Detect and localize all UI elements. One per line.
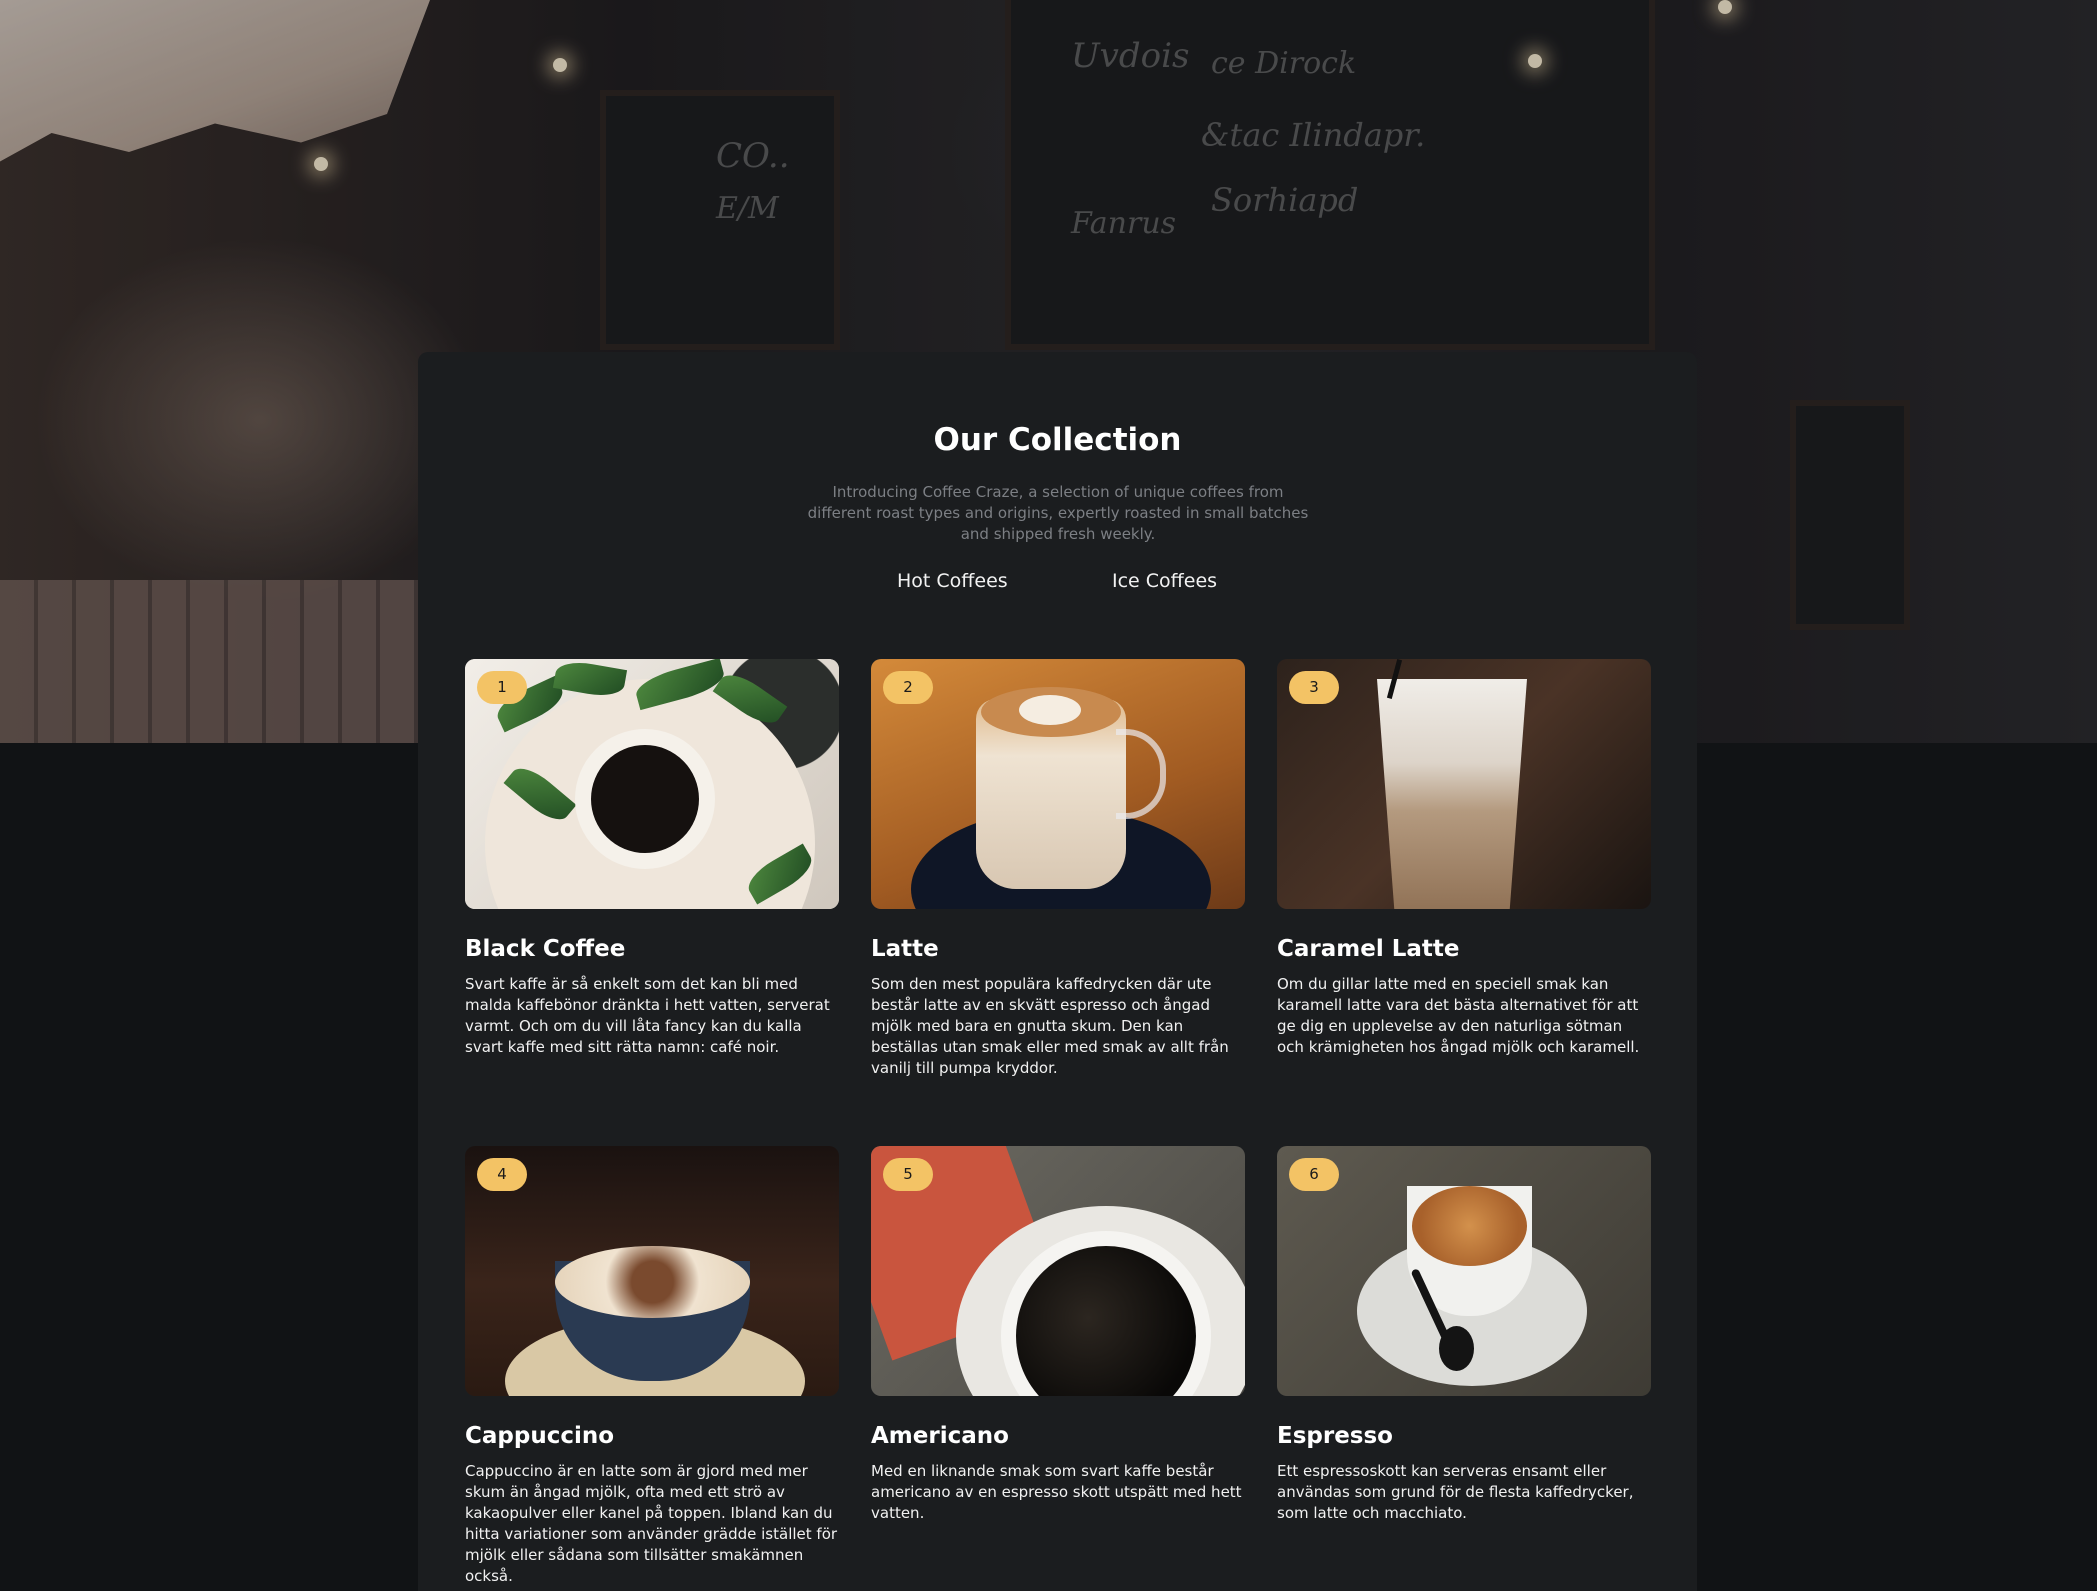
product-name: Espresso — [1277, 1423, 1393, 1449]
product-number-badge: 3 — [1289, 671, 1339, 704]
cappuccino-photo: 4 — [465, 1146, 839, 1396]
product-number-badge: 4 — [477, 1158, 527, 1191]
product-number-badge: 2 — [883, 671, 933, 704]
product-description: Ett espressoskott kan serveras ensamt el… — [1277, 1462, 1634, 1522]
product-name: Cappuccino — [465, 1423, 615, 1449]
collection-section: Our Collection Introducing Coffee Craze,… — [418, 352, 1697, 1591]
latte-photo: 2 — [871, 659, 1245, 909]
product-name: Black Coffee — [465, 936, 626, 962]
product-card-black-coffee[interactable]: 1 Black Coffee Svart kaffe är så enkelt … — [465, 659, 839, 1058]
black-coffee-photo: 1 — [465, 659, 839, 909]
product-description: Som den mest populära kaffedrycken där u… — [871, 975, 1229, 1077]
product-number-badge: 5 — [883, 1158, 933, 1191]
section-subtitle: Introducing Coffee Craze, a selection of… — [807, 483, 1309, 543]
product-card-cappuccino[interactable]: 4 Cappuccino Cappuccino är en latte som … — [465, 1146, 839, 1587]
product-description: Om du gillar latte med en speciell smak … — [1277, 975, 1640, 1056]
product-name: Americano — [871, 1423, 1009, 1449]
product-card-espresso[interactable]: 6 Espresso Ett espressoskott kan servera… — [1277, 1146, 1651, 1524]
americano-photo: 5 — [871, 1146, 1245, 1396]
product-number-badge: 1 — [477, 671, 527, 704]
section-title: Our Collection — [933, 422, 1182, 458]
product-description: Med en liknande smak som svart kaffe bes… — [871, 1462, 1242, 1522]
product-card-latte[interactable]: 2 Latte Som den mest populära kaffedryck… — [871, 659, 1245, 1079]
caramel-latte-photo: 3 — [1277, 659, 1651, 909]
product-name: Caramel Latte — [1277, 936, 1460, 962]
product-name: Latte — [871, 936, 939, 962]
product-card-caramel-latte[interactable]: 3 Caramel Latte Om du gillar latte med e… — [1277, 659, 1651, 1058]
espresso-photo: 6 — [1277, 1146, 1651, 1396]
product-card-americano[interactable]: 5 Americano Med en liknande smak som sva… — [871, 1146, 1245, 1524]
product-description: Cappuccino är en latte som är gjord med … — [465, 1462, 838, 1585]
product-description: Svart kaffe är så enkelt som det kan bli… — [465, 975, 830, 1056]
tab-hot-coffees[interactable]: Hot Coffees — [897, 570, 1008, 592]
product-number-badge: 6 — [1289, 1158, 1339, 1191]
tab-ice-coffees[interactable]: Ice Coffees — [1112, 570, 1217, 592]
